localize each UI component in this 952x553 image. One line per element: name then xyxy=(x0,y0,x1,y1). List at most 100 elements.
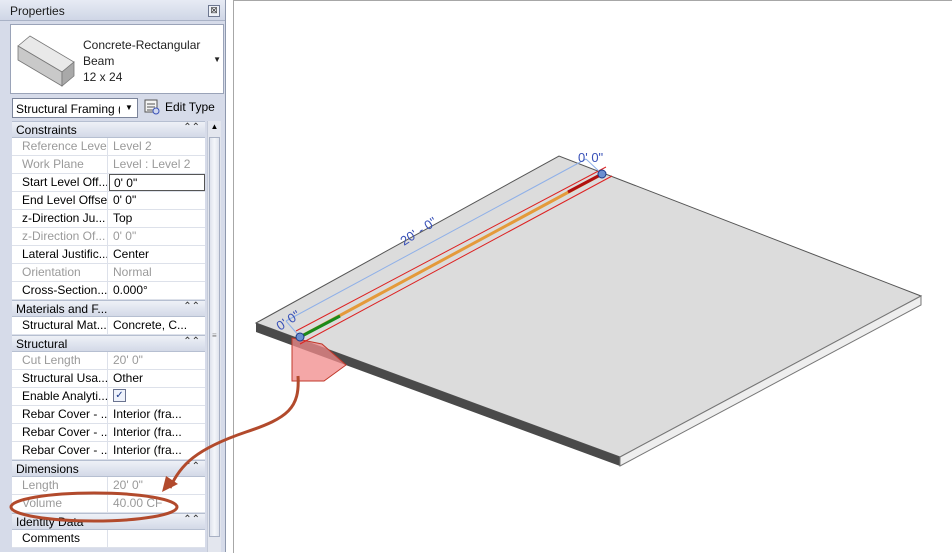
property-row[interactable]: Start Level Off... 0' 0" xyxy=(12,174,205,192)
property-label: Reference Level xyxy=(12,138,108,155)
beam-end-grip[interactable] xyxy=(597,169,607,179)
property-row: Volume 40.00 CF xyxy=(12,495,205,513)
3d-scene[interactable]: 20' - 0" 0' 0" 0' 0" xyxy=(234,1,952,553)
palette-title: Properties xyxy=(10,4,65,18)
property-label: z-Direction Ju... xyxy=(12,210,108,227)
property-label: Comments xyxy=(12,530,108,547)
property-row[interactable]: Enable Analyti... ✓ xyxy=(12,388,205,406)
collapse-icon[interactable]: ⌃⌃ xyxy=(183,301,200,312)
property-label: Structural Mat... xyxy=(12,317,108,334)
collapse-icon[interactable]: ⌃⌃ xyxy=(183,514,200,525)
property-value: Normal xyxy=(113,265,152,279)
type-name-line-3: 12 x 24 xyxy=(83,70,123,84)
property-label: Rebar Cover - ... xyxy=(12,442,108,459)
property-value[interactable] xyxy=(109,530,205,547)
property-label: Cut Length xyxy=(12,352,108,369)
type-selector[interactable]: Concrete-Rectangular Beam 12 x 24 ▼ xyxy=(10,24,224,94)
property-label: Rebar Cover - ... xyxy=(12,424,108,441)
property-label: Work Plane xyxy=(12,156,108,173)
property-label: z-Direction Of... xyxy=(12,228,108,245)
section-name: Dimensions xyxy=(16,462,79,476)
property-label: Volume xyxy=(12,495,108,512)
triangle-down-icon[interactable]: ▼ xyxy=(122,100,136,116)
collapse-icon[interactable]: ⌃⌃ xyxy=(183,336,200,347)
property-row[interactable]: End Level Offset 0' 0" xyxy=(12,192,205,210)
section-name: Constraints xyxy=(16,123,77,137)
collapse-icon[interactable]: ⌃⌃ xyxy=(183,461,200,472)
property-row[interactable]: z-Direction Ju... Top xyxy=(12,210,205,228)
property-value[interactable]: Concrete, C... xyxy=(109,317,205,334)
property-label: Enable Analyti... xyxy=(12,388,108,405)
property-row[interactable]: Rebar Cover - ... Interior (fra... xyxy=(12,442,205,460)
property-label: Orientation xyxy=(12,264,108,281)
dimension-end-label[interactable]: 0' 0" xyxy=(578,150,604,165)
section-name: Materials and F... xyxy=(16,302,108,316)
property-value[interactable]: Interior (fra... xyxy=(109,424,205,441)
instance-filter-select[interactable]: Structural Framing ( ▼ xyxy=(12,98,138,118)
property-row: Cut Length 20' 0" xyxy=(12,352,205,370)
3d-view-canvas[interactable]: 20' - 0" 0' 0" 0' 0" xyxy=(233,0,952,553)
section-header[interactable]: Constraints ⌃⌃ xyxy=(12,121,205,138)
property-row: Reference Level Level 2 xyxy=(12,138,205,156)
section-header[interactable]: Identity Data ⌃⌃ xyxy=(12,513,205,530)
property-row[interactable]: Rebar Cover - ... Interior (fra... xyxy=(12,406,205,424)
instance-filter-value: Structural Framing ( xyxy=(16,102,120,116)
property-row[interactable]: Cross-Section... 0.000° xyxy=(12,282,205,300)
properties-palette: Properties ⊠ Concrete-Rectangular Beam 1… xyxy=(0,0,226,552)
section-name: Identity Data xyxy=(16,515,84,529)
palette-title-bar: Properties ⊠ xyxy=(0,0,225,21)
properties-grid: Constraints ⌃⌃ Reference Level Level 2 Work … xyxy=(12,121,205,548)
grip-icon: ≡ xyxy=(212,331,217,340)
property-value: Level 2 xyxy=(113,139,152,153)
property-value[interactable]: Interior (fra... xyxy=(109,442,205,459)
property-row: z-Direction Of... 0' 0" xyxy=(12,228,205,246)
type-name-line-1: Concrete-Rectangular xyxy=(83,38,201,52)
edit-type-button[interactable]: Edit Type xyxy=(144,98,220,118)
property-value[interactable]: Center xyxy=(109,246,205,263)
property-value[interactable]: 0.000° xyxy=(109,282,205,299)
property-row[interactable]: Rebar Cover - ... Interior (fra... xyxy=(12,424,205,442)
chevron-down-icon[interactable]: ▼ xyxy=(213,55,221,64)
section-header[interactable]: Dimensions ⌃⌃ xyxy=(12,460,205,477)
scroll-thumb[interactable]: ≡ xyxy=(209,137,220,537)
property-value[interactable]: 0' 0" xyxy=(109,174,205,191)
property-label: Start Level Off... xyxy=(12,174,108,191)
property-value[interactable]: ✓ xyxy=(109,388,205,405)
edit-type-label: Edit Type xyxy=(165,100,215,114)
property-row[interactable]: Structural Mat... Concrete, C... xyxy=(12,317,205,335)
section-header[interactable]: Materials and F... ⌃⌃ xyxy=(12,300,205,317)
property-value[interactable]: Top xyxy=(109,210,205,227)
property-value: 0' 0" xyxy=(113,229,137,243)
collapse-icon[interactable]: ⌃⌃ xyxy=(183,122,200,133)
type-name: Concrete-Rectangular Beam 12 x 24 xyxy=(83,37,211,85)
section-name: Structural xyxy=(16,337,68,351)
section-header[interactable]: Structural ⌃⌃ xyxy=(12,335,205,352)
checkbox[interactable]: ✓ xyxy=(113,389,126,403)
property-row[interactable]: Structural Usa... Other xyxy=(12,370,205,388)
scroll-up-icon[interactable]: ▲ xyxy=(208,122,221,134)
type-name-line-2: Beam xyxy=(83,54,115,68)
close-icon[interactable]: ⊠ xyxy=(208,5,220,17)
property-label: End Level Offset xyxy=(12,192,108,209)
property-value[interactable]: Other xyxy=(109,370,205,387)
property-row: Work Plane Level : Level 2 xyxy=(12,156,205,174)
property-row[interactable]: Lateral Justific... Center xyxy=(12,246,205,264)
beam-thumbnail-icon xyxy=(17,35,75,87)
property-value: Level : Level 2 xyxy=(113,157,191,171)
edit-type-icon xyxy=(144,99,160,115)
property-row: Orientation Normal xyxy=(12,264,205,282)
property-label: Structural Usa... xyxy=(12,370,108,387)
property-value: 20' 0" xyxy=(113,478,143,492)
property-value[interactable]: Interior (fra... xyxy=(109,406,205,423)
property-value: 20' 0" xyxy=(113,353,143,367)
property-row: Length 20' 0" xyxy=(12,477,205,495)
properties-scrollbar[interactable]: ▲ ≡ xyxy=(207,121,221,552)
property-label: Rebar Cover - ... xyxy=(12,406,108,423)
beam-start-grip[interactable] xyxy=(295,332,305,342)
property-label: Cross-Section... xyxy=(12,282,108,299)
property-label: Length xyxy=(12,477,108,494)
property-row[interactable]: Comments xyxy=(12,530,205,548)
property-value[interactable]: 0' 0" xyxy=(109,192,205,209)
property-value: 40.00 CF xyxy=(113,496,163,510)
property-label: Lateral Justific... xyxy=(12,246,108,263)
